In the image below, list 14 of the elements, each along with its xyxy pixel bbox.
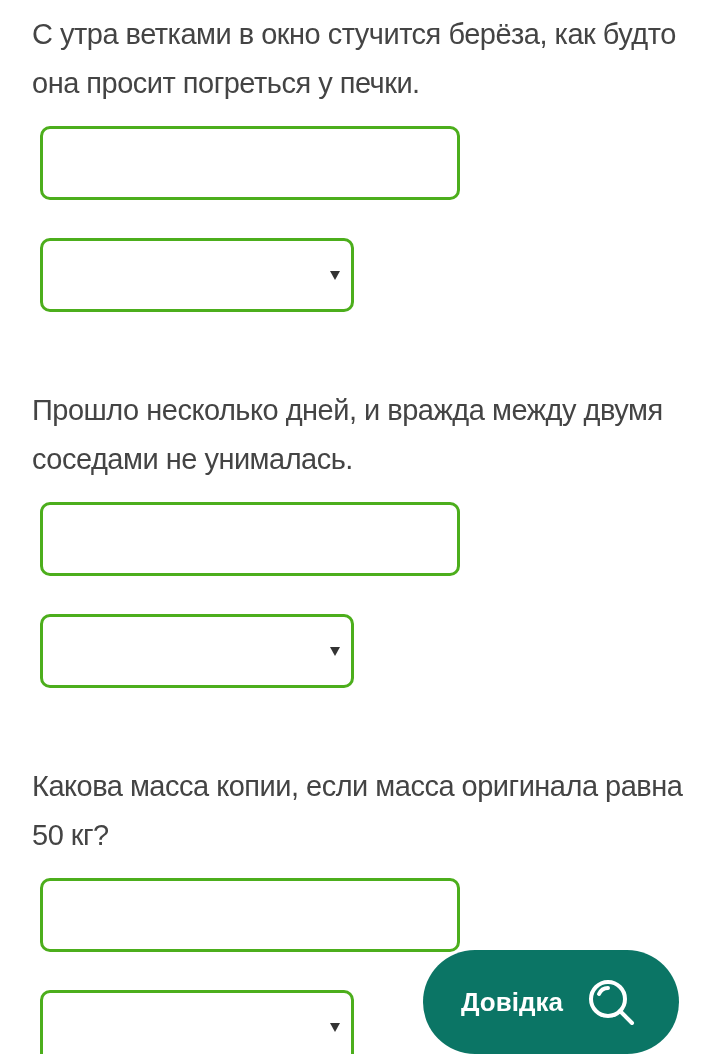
question-text: С утра ветками в окно стучится берёза, как будто она просит погреться у печки. [32,17,677,101]
dropdown-caret-icon [329,1021,341,1033]
search-icon [586,978,635,1026]
dropdown-select[interactable] [40,990,354,1054]
dropdown-select[interactable] [40,238,354,312]
dropdown-caret-icon [329,645,341,657]
answer-field[interactable] [40,878,460,952]
question-text: Какова масса копии, если масса оригинала равна 50 кг? [32,769,684,853]
answer-field[interactable] [40,126,460,200]
help-button[interactable]: Довідка [423,950,679,1054]
dropdown-caret-icon [329,269,341,281]
dropdown-select[interactable] [40,614,354,688]
answer-field[interactable] [40,502,460,576]
question-text: Прошло несколько дней, и вражда между двумя соседами не унималась. [32,393,664,477]
